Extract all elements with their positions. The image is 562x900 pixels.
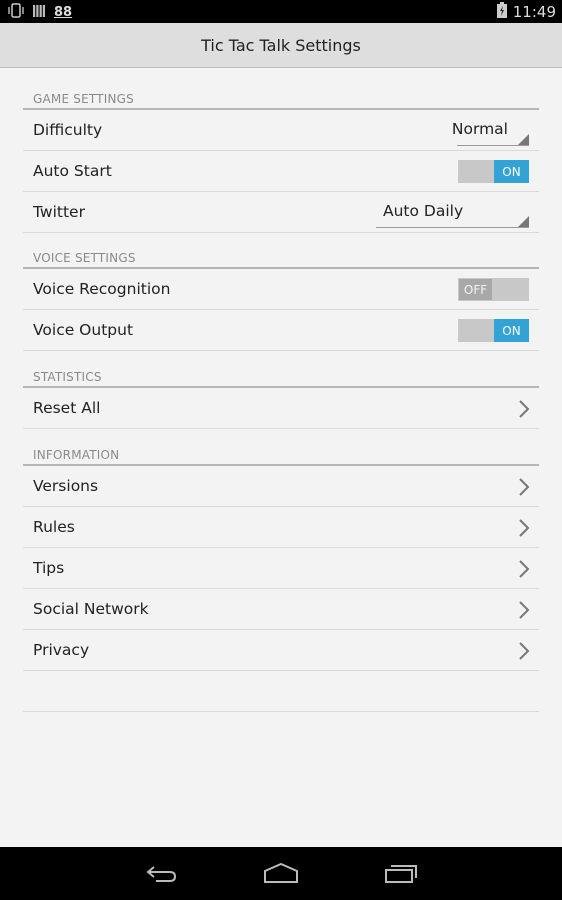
battery-charging-icon (496, 2, 507, 22)
status-bar: 88 11:49 (0, 0, 562, 23)
home-icon (264, 863, 298, 883)
setting-label: Tips (33, 559, 65, 577)
setting-tips[interactable]: Tips (23, 548, 539, 589)
signal-bars-icon (33, 3, 45, 22)
category-voice-settings: VOICE SETTINGS (23, 233, 539, 269)
toggle-state: ON (494, 319, 529, 342)
phone-vibrate-icon (8, 3, 24, 22)
setting-label: Versions (33, 477, 99, 495)
chevron-right-icon (519, 560, 530, 578)
setting-label: Voice Recognition (33, 280, 171, 298)
action-bar: Tic Tac Talk Settings (0, 23, 562, 68)
back-button[interactable] (141, 860, 181, 886)
spinner-value: Normal (451, 120, 508, 138)
setting-rules[interactable]: Rules (23, 507, 539, 548)
difficulty-spinner[interactable]: Normal (452, 116, 529, 146)
toggle-state: ON (494, 160, 529, 183)
category-title: INFORMATION (33, 448, 120, 462)
category-statistics: STATISTICS (23, 351, 539, 388)
setting-twitter[interactable]: Twitter Auto Daily (23, 192, 539, 233)
chevron-right-icon (519, 519, 530, 537)
settings-list: GAME SETTINGS Difficulty Normal Auto Sta… (23, 68, 539, 712)
recent-apps-button[interactable] (381, 860, 421, 886)
setting-label: Twitter (33, 203, 85, 221)
setting-privacy[interactable]: Privacy (23, 630, 539, 671)
category-title: GAME SETTINGS (33, 92, 134, 106)
chevron-right-icon (519, 601, 530, 619)
chevron-right-icon (519, 478, 530, 496)
setting-difficulty[interactable]: Difficulty Normal (23, 110, 539, 151)
setting-label: Privacy (33, 641, 90, 659)
dropdown-triangle-icon (518, 216, 529, 227)
notification-88-icon: 88 (54, 5, 73, 20)
setting-label: Reset All (33, 399, 101, 417)
setting-label: Rules (33, 518, 75, 536)
setting-label: Voice Output (33, 321, 134, 339)
status-bar-right: 11:49 (496, 2, 556, 22)
toggle-state: OFF (459, 279, 492, 300)
clock: 11:49 (512, 3, 556, 21)
page-title: Tic Tac Talk Settings (201, 35, 361, 55)
recent-apps-icon (385, 865, 417, 883)
category-title: STATISTICS (33, 370, 102, 384)
category-information: INFORMATION (23, 429, 539, 466)
setting-label: Difficulty (33, 121, 103, 139)
setting-voice-output[interactable]: Voice Output ON (23, 310, 539, 351)
setting-auto-start[interactable]: Auto Start ON (23, 151, 539, 192)
voice-output-toggle[interactable]: ON (458, 319, 529, 342)
setting-label: Auto Start (33, 162, 112, 180)
status-bar-left: 88 (8, 3, 72, 22)
voice-recognition-toggle[interactable]: OFF (458, 278, 529, 301)
empty-row (23, 671, 539, 712)
setting-reset-all[interactable]: Reset All (23, 388, 539, 429)
navigation-bar (0, 847, 562, 900)
chevron-right-icon (519, 400, 530, 418)
auto-start-toggle[interactable]: ON (458, 160, 529, 183)
setting-versions[interactable]: Versions (23, 466, 539, 507)
category-game-settings: GAME SETTINGS (23, 68, 539, 110)
setting-voice-recognition[interactable]: Voice Recognition OFF (23, 269, 539, 310)
dropdown-triangle-icon (518, 134, 529, 145)
setting-label: Social Network (33, 600, 149, 618)
back-icon (146, 866, 177, 882)
category-title: VOICE SETTINGS (33, 251, 136, 265)
setting-social-network[interactable]: Social Network (23, 589, 539, 630)
twitter-spinner[interactable]: Auto Daily (376, 198, 529, 228)
chevron-right-icon (519, 642, 530, 660)
spinner-value: Auto Daily (383, 202, 464, 220)
home-button[interactable] (261, 860, 301, 886)
